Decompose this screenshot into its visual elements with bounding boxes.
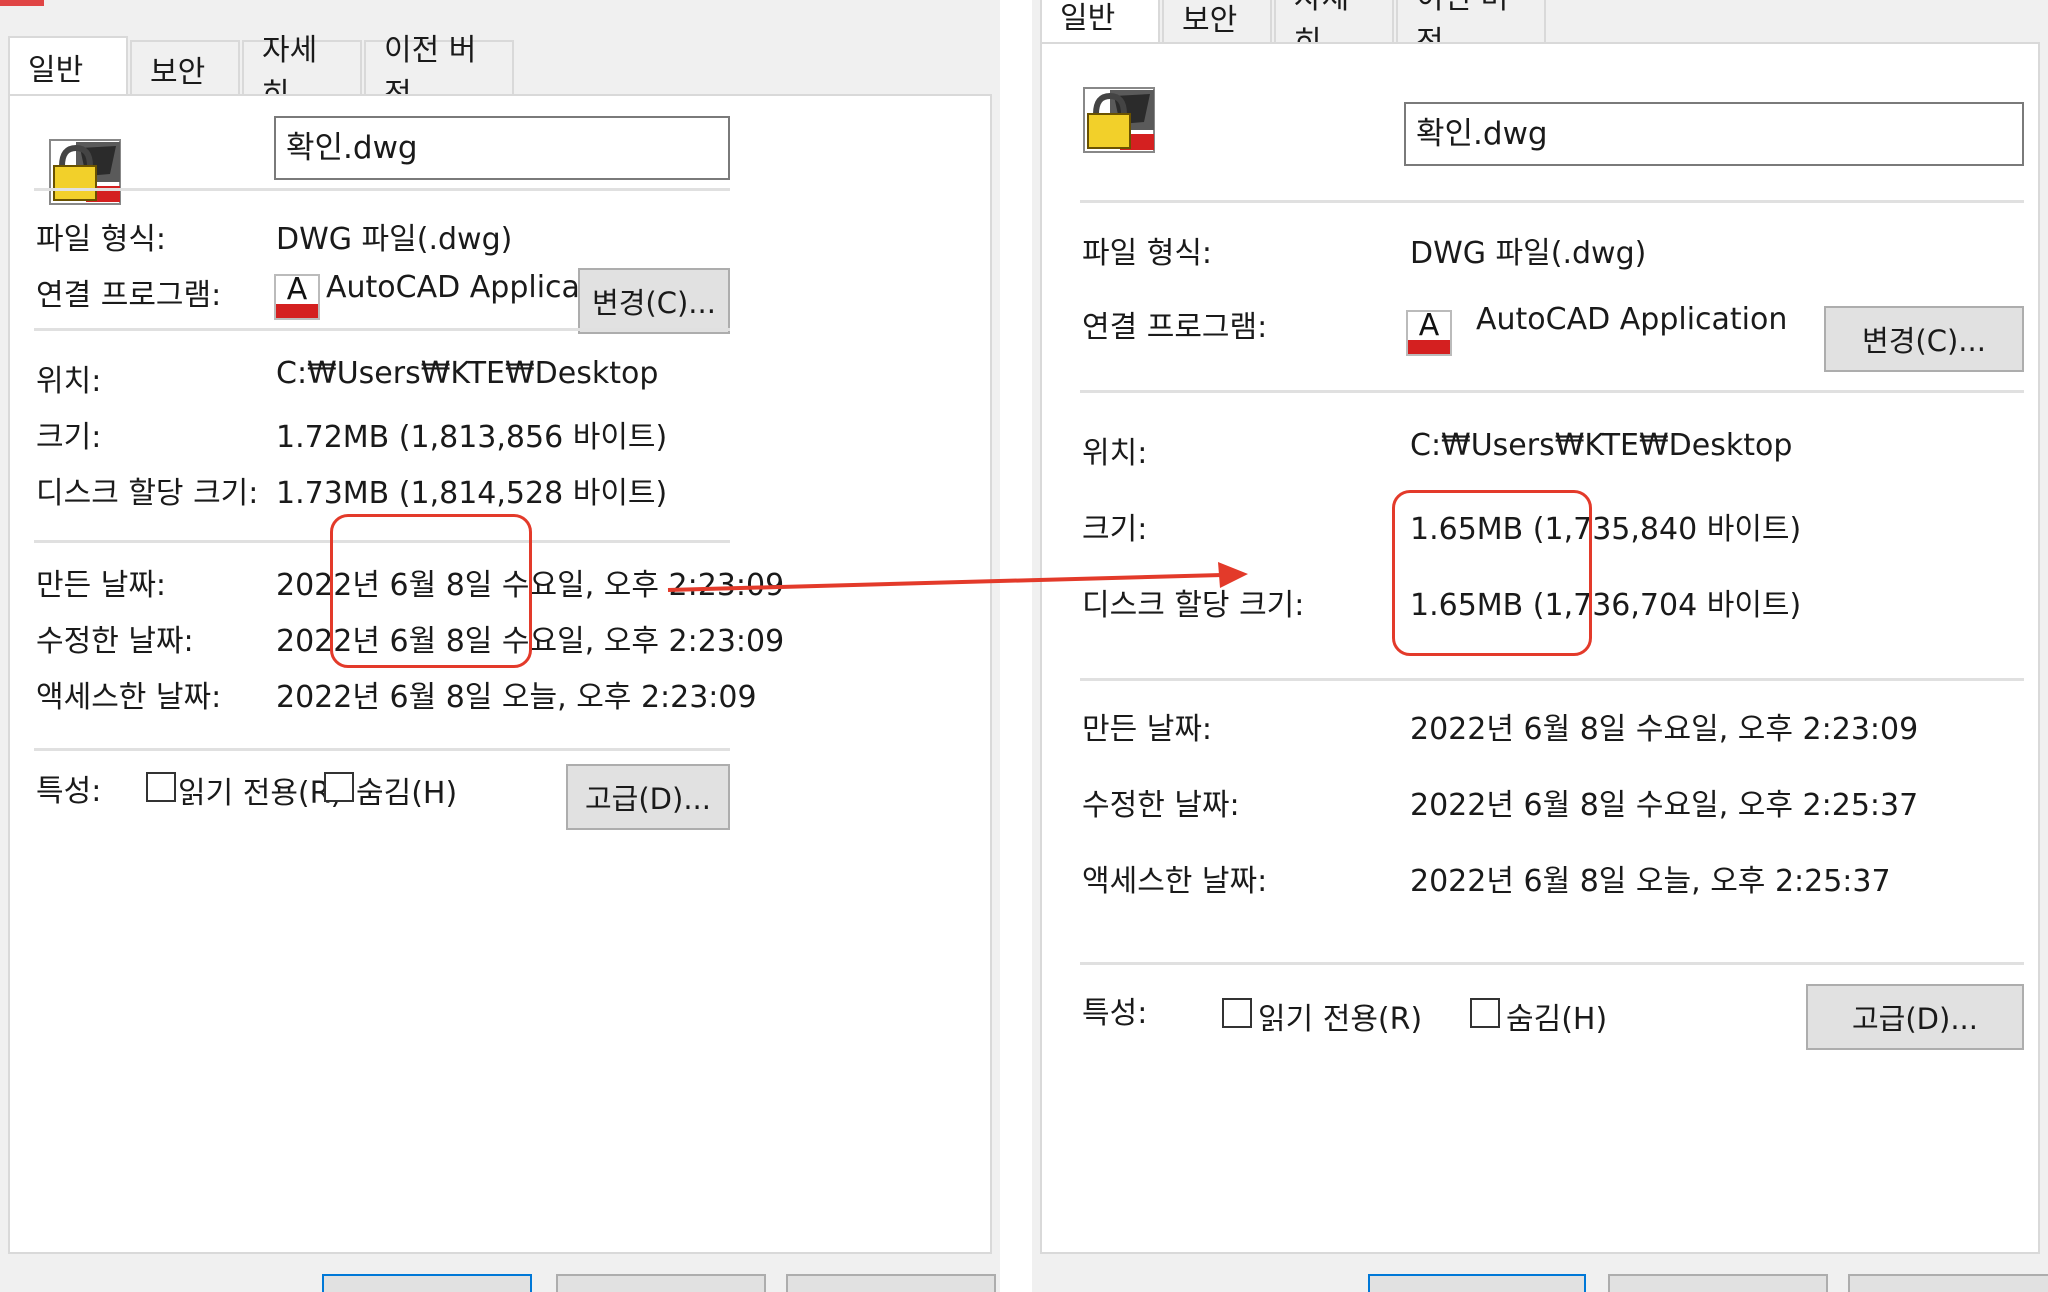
arrow-shaft (667, 573, 1223, 592)
arrow-head (1218, 562, 1248, 588)
comparison-arrow (667, 562, 1248, 592)
